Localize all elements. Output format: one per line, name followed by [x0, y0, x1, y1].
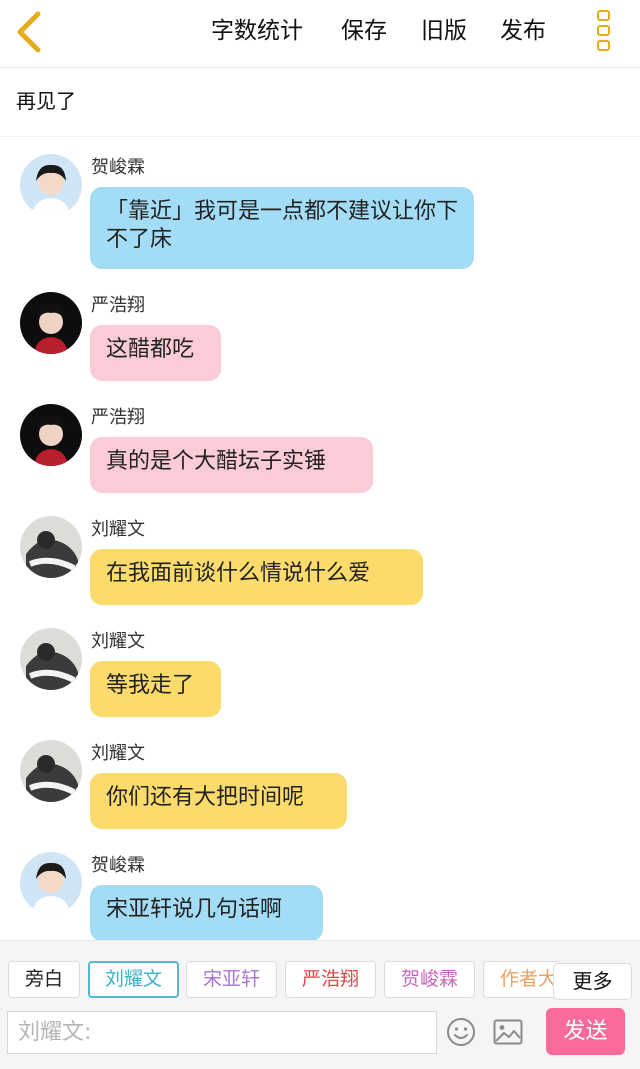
role-chip-he-junlin[interactable]: 贺峻霖	[384, 961, 475, 998]
message-bubble[interactable]: 在我面前谈什么情说什么爱	[90, 549, 423, 605]
word-count-button[interactable]: 字数统计	[211, 14, 303, 48]
sender-name: 刘耀文	[91, 519, 145, 540]
chevron-left-icon	[17, 11, 41, 53]
old-version-button[interactable]: 旧版	[421, 14, 467, 48]
role-chip-song-yaxuan[interactable]: 宋亚轩	[186, 961, 277, 998]
menu-dot-icon	[597, 25, 610, 36]
publish-button[interactable]: 发布	[500, 14, 546, 48]
message-bubble[interactable]: 等我走了	[90, 661, 221, 717]
avatar	[20, 740, 82, 802]
composer-panel: 旁白 刘耀文 宋亚轩 严浩翔 贺峻霖 作者大 更多 刘耀文: 发送	[0, 940, 640, 1069]
message-bubble[interactable]: 宋亚轩说几句话啊	[90, 885, 323, 940]
menu-dot-icon	[597, 40, 610, 51]
more-roles-button[interactable]: 更多	[553, 963, 632, 1000]
sender-name: 贺峻霖	[91, 855, 145, 876]
message-list[interactable]: 贺峻霖 「靠近」我可是一点都不建议让你下不了床 严浩翔 这醋都吃 严浩翔 真的是…	[0, 137, 640, 940]
message-input[interactable]: 刘耀文:	[7, 1011, 437, 1054]
story-title[interactable]: 再见了	[16, 86, 76, 116]
image-icon	[493, 1019, 523, 1045]
sender-name: 严浩翔	[91, 407, 145, 428]
role-chip-yan-haoxiang[interactable]: 严浩翔	[285, 961, 376, 998]
sender-name: 贺峻霖	[91, 157, 145, 178]
message-bubble[interactable]: 「靠近」我可是一点都不建议让你下不了床	[90, 187, 474, 269]
message-bubble[interactable]: 这醋都吃	[90, 325, 221, 381]
emoji-button[interactable]	[446, 1017, 476, 1047]
avatar	[20, 404, 82, 466]
smiley-icon	[447, 1018, 475, 1046]
avatar	[20, 628, 82, 690]
top-bar: 字数统计 保存 旧版 发布	[0, 0, 640, 68]
message-bubble[interactable]: 你们还有大把时间呢	[90, 773, 347, 829]
save-button[interactable]: 保存	[341, 14, 387, 48]
avatar	[20, 516, 82, 578]
back-button[interactable]	[12, 10, 52, 54]
more-menu-button[interactable]	[597, 10, 613, 54]
role-chip-narration[interactable]: 旁白	[8, 961, 80, 998]
sender-name: 严浩翔	[91, 295, 145, 316]
avatar	[20, 292, 82, 354]
menu-dot-icon	[597, 10, 610, 21]
role-chip-author[interactable]: 作者大	[483, 961, 560, 998]
sender-name: 刘耀文	[91, 631, 145, 652]
sender-name: 刘耀文	[91, 743, 145, 764]
role-chip-row[interactable]: 旁白 刘耀文 宋亚轩 严浩翔 贺峻霖 作者大	[0, 961, 560, 1001]
image-button[interactable]	[493, 1019, 523, 1045]
send-button[interactable]: 发送	[546, 1008, 625, 1055]
message-bubble[interactable]: 真的是个大醋坛子实锤	[90, 437, 373, 493]
avatar	[20, 154, 82, 216]
role-chip-liu-yaowen[interactable]: 刘耀文	[88, 961, 179, 998]
avatar	[20, 852, 82, 914]
